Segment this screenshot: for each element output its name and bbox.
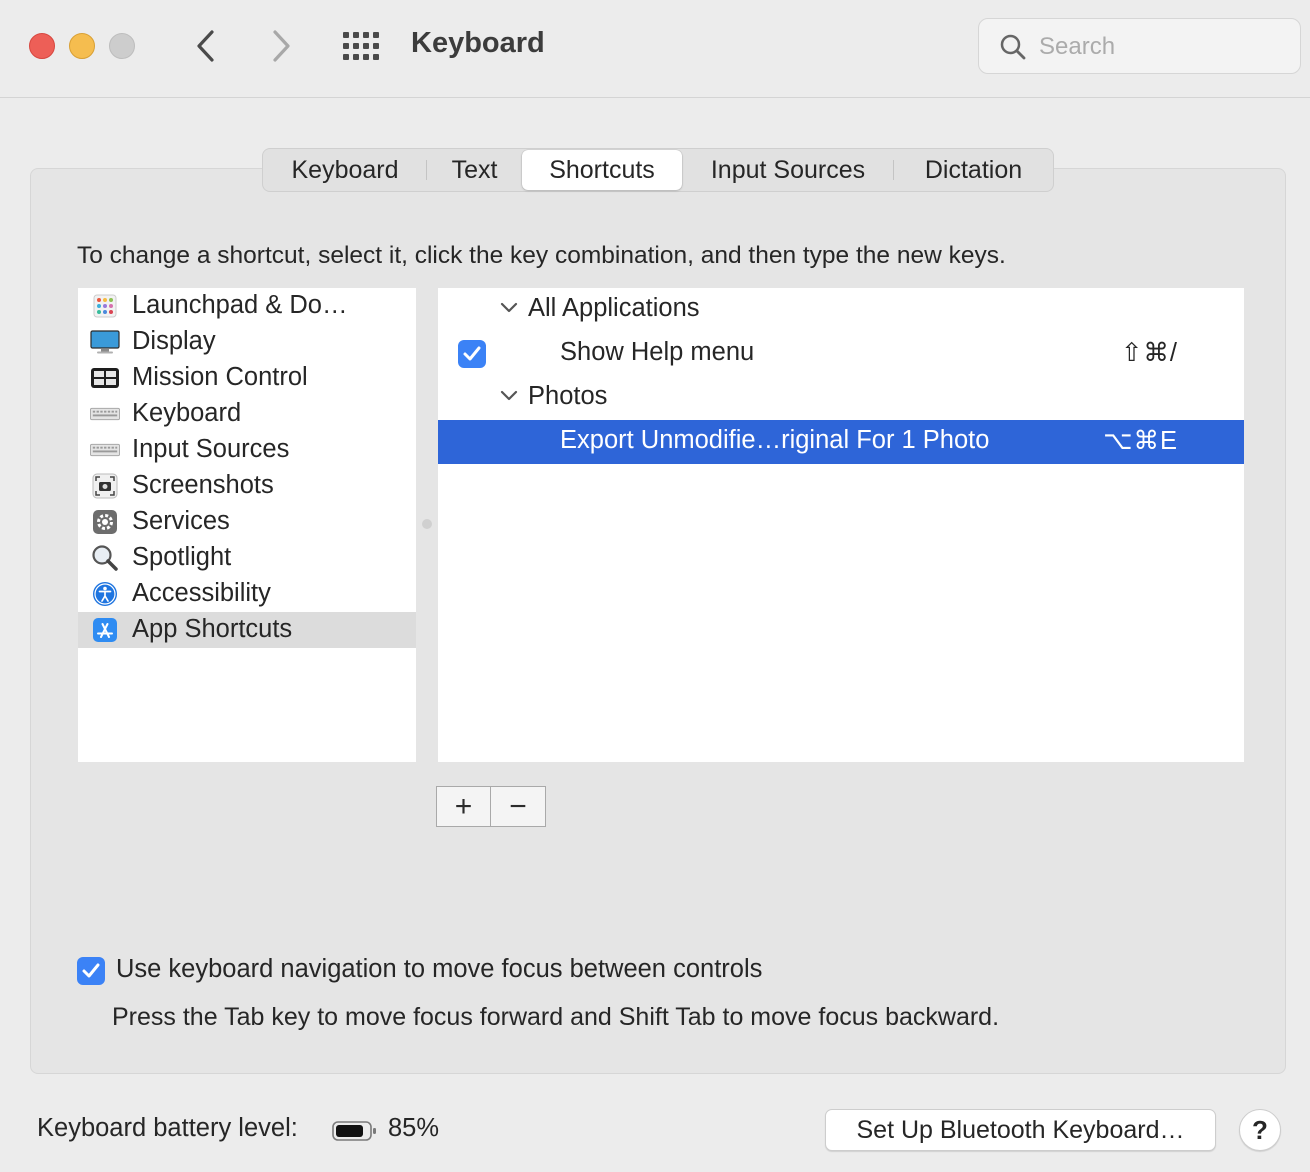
shortcut-label: Export Unmodifie…riginal For 1 Photo bbox=[560, 426, 990, 454]
tab-keyboard[interactable]: Keyboard bbox=[263, 150, 427, 190]
shortcut-row-selected[interactable]: Export Unmodifie…riginal For 1 Photo ⌥⌘E bbox=[438, 420, 1244, 464]
group-label: Photos bbox=[528, 382, 608, 410]
screenshot-icon bbox=[90, 473, 120, 499]
tab-label: Shortcuts bbox=[549, 155, 655, 184]
accessibility-icon bbox=[90, 581, 120, 607]
search-field[interactable] bbox=[978, 18, 1301, 74]
tab-bar: Keyboard Text Shortcuts Input Sources Di… bbox=[262, 148, 1054, 192]
tab-label: Dictation bbox=[924, 155, 1023, 184]
tab-label: Keyboard bbox=[291, 155, 399, 184]
category-app-shortcuts[interactable]: App Shortcuts bbox=[78, 612, 416, 648]
category-label: Accessibility bbox=[132, 579, 271, 607]
keyboard-navigation-help-text: Press the Tab key to move focus forward … bbox=[112, 1003, 1000, 1031]
shortcut-label: Show Help menu bbox=[560, 338, 755, 366]
category-list[interactable]: Launchpad & Do… Display Mission Control bbox=[78, 288, 416, 762]
search-icon bbox=[1000, 34, 1026, 60]
app-store-icon bbox=[90, 617, 120, 643]
add-shortcut-button[interactable]: + bbox=[437, 787, 491, 826]
keyboard-navigation-checkbox[interactable] bbox=[77, 957, 105, 985]
shortcut-enabled-checkbox[interactable] bbox=[458, 340, 486, 368]
group-row-all-applications[interactable]: All Applications bbox=[438, 288, 1244, 332]
window-title: Keyboard bbox=[411, 27, 545, 59]
title-bar: Keyboard bbox=[0, 0, 1310, 98]
group-label: All Applications bbox=[528, 294, 700, 322]
zoom-button[interactable] bbox=[109, 33, 135, 59]
show-all-button[interactable] bbox=[341, 29, 381, 65]
category-mission-control[interactable]: Mission Control bbox=[78, 360, 416, 396]
battery-label: Keyboard battery level: bbox=[37, 1114, 298, 1142]
split-view-divider[interactable] bbox=[422, 519, 432, 529]
category-screenshots[interactable]: Screenshots bbox=[78, 468, 416, 504]
category-input-sources[interactable]: Input Sources bbox=[78, 432, 416, 468]
category-label: Spotlight bbox=[132, 543, 232, 571]
category-keyboard[interactable]: Keyboard bbox=[78, 396, 416, 432]
tab-input-sources[interactable]: Input Sources bbox=[682, 150, 894, 190]
gear-icon bbox=[90, 509, 120, 535]
tab-label: Input Sources bbox=[710, 155, 866, 184]
battery-level-fill bbox=[336, 1125, 363, 1137]
battery-percent: 85% bbox=[388, 1114, 440, 1142]
add-remove-control: + − bbox=[436, 786, 546, 827]
mission-control-icon bbox=[90, 365, 120, 391]
shortcut-keys[interactable]: ⌥⌘E bbox=[1103, 426, 1178, 456]
tab-label: Text bbox=[451, 155, 498, 184]
grid-icon bbox=[343, 32, 379, 60]
group-row-photos[interactable]: Photos bbox=[438, 376, 1244, 420]
display-icon bbox=[90, 329, 120, 355]
category-label: Launchpad & Do… bbox=[132, 291, 348, 319]
tab-dictation[interactable]: Dictation bbox=[894, 150, 1053, 190]
keyboard-icon bbox=[90, 401, 120, 427]
category-label: Display bbox=[132, 327, 216, 355]
keyboard-navigation-label[interactable]: Use keyboard navigation to move focus be… bbox=[116, 955, 762, 984]
disclosure-chevron-down-icon[interactable] bbox=[500, 390, 518, 402]
back-button[interactable] bbox=[186, 26, 226, 66]
category-label: Input Sources bbox=[132, 435, 290, 463]
chevron-left-icon bbox=[197, 30, 214, 62]
category-display[interactable]: Display bbox=[78, 324, 416, 360]
tab-text[interactable]: Text bbox=[427, 150, 522, 190]
category-label: App Shortcuts bbox=[132, 615, 293, 643]
close-button[interactable] bbox=[29, 33, 55, 59]
instructions-text: To change a shortcut, select it, click t… bbox=[77, 242, 1006, 269]
magnifier-icon bbox=[90, 545, 120, 571]
tab-shortcuts[interactable]: Shortcuts bbox=[522, 150, 682, 190]
help-button[interactable]: ? bbox=[1239, 1109, 1281, 1151]
shortcut-keys[interactable]: ⇧⌘/ bbox=[1121, 338, 1178, 368]
category-launchpad[interactable]: Launchpad & Do… bbox=[78, 288, 416, 324]
checkmark-icon bbox=[463, 346, 481, 361]
shortcuts-table[interactable]: All Applications Show Help menu ⇧⌘/ Phot… bbox=[438, 288, 1244, 762]
checkmark-icon bbox=[82, 963, 100, 978]
category-label: Services bbox=[132, 507, 230, 535]
search-input[interactable] bbox=[1039, 29, 1289, 65]
category-label: Keyboard bbox=[132, 399, 242, 427]
category-label: Screenshots bbox=[132, 471, 274, 499]
category-spotlight[interactable]: Spotlight bbox=[78, 540, 416, 576]
keyboard-icon bbox=[90, 437, 120, 463]
category-label: Mission Control bbox=[132, 363, 308, 391]
battery-icon bbox=[332, 1121, 376, 1141]
setup-bluetooth-keyboard-button[interactable]: Set Up Bluetooth Keyboard… bbox=[825, 1109, 1216, 1151]
category-services[interactable]: Services bbox=[78, 504, 416, 540]
launchpad-icon bbox=[90, 293, 120, 319]
remove-shortcut-button[interactable]: − bbox=[491, 787, 545, 826]
minimize-button[interactable] bbox=[69, 33, 95, 59]
disclosure-chevron-down-icon[interactable] bbox=[500, 302, 518, 314]
shortcut-row[interactable]: Show Help menu ⇧⌘/ bbox=[438, 332, 1244, 376]
chevron-right-icon bbox=[273, 30, 290, 62]
category-accessibility[interactable]: Accessibility bbox=[78, 576, 416, 612]
forward-button[interactable] bbox=[261, 26, 301, 66]
